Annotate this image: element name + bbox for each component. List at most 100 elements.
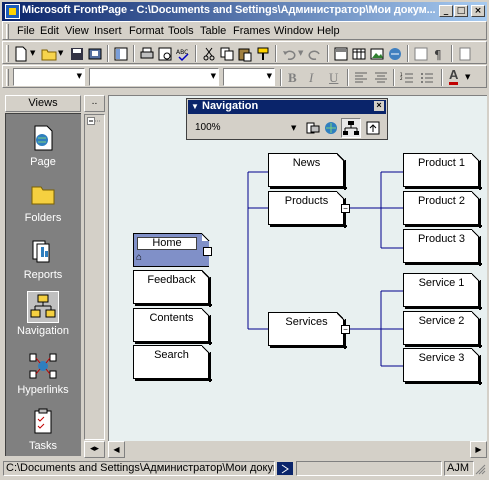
include-in-navbars-button[interactable] (341, 118, 361, 138)
scroll-left-icon[interactable]: ◀ (108, 441, 125, 458)
view-tasks[interactable]: Tasks (6, 406, 80, 452)
portrait-landscape-icon[interactable] (305, 120, 321, 136)
folder-strip-resize-icon[interactable]: ◂▸ (84, 441, 105, 458)
close-button[interactable]: × (471, 5, 485, 17)
horizontal-scrollbar[interactable]: ◀ ▶ (108, 441, 487, 458)
nav-page-products[interactable]: Products − (268, 191, 350, 228)
view-subtree-only-icon[interactable] (365, 120, 381, 136)
views-bar: Page Folders Reports Navigation Hyperlin… (5, 113, 81, 456)
frontpage-app-icon[interactable] (5, 4, 20, 19)
view-reports[interactable]: Reports (6, 235, 80, 281)
print-icon[interactable] (139, 46, 155, 62)
align-center-icon[interactable] (373, 70, 389, 86)
folder-list-icon[interactable] (113, 46, 129, 62)
copy-icon[interactable] (219, 46, 235, 62)
web-component-icon[interactable] (333, 46, 349, 62)
nav-page-service-3[interactable]: Service 3 (403, 348, 482, 385)
nav-page-feedback[interactable]: Feedback (133, 270, 212, 307)
maximize-button[interactable]: □ (454, 5, 468, 17)
zoom-dropdown-icon[interactable]: ▼ (291, 124, 296, 132)
paste-icon[interactable] (237, 46, 253, 62)
save-icon[interactable] (69, 46, 85, 62)
show-all-icon[interactable]: ¶ (431, 46, 447, 62)
insert-picture-icon[interactable] (369, 46, 385, 62)
minimize-button[interactable]: _ (439, 5, 453, 17)
nav-page-product-2[interactable]: Product 2 (403, 191, 482, 228)
nav-page-news[interactable]: News (268, 153, 347, 190)
standard-toolbar-grip[interactable] (6, 45, 9, 62)
scrollbar-track[interactable] (125, 441, 470, 458)
navigation-toolbar-title: Navigation (202, 100, 259, 112)
menu-tools[interactable]: Tools (168, 25, 194, 37)
style-combobox[interactable]: ▼ (13, 68, 85, 86)
view-page[interactable]: Page (6, 122, 80, 168)
refresh-icon[interactable] (413, 46, 429, 62)
nav-page-home[interactable]: Home ⌂ (133, 233, 212, 267)
format-painter-icon[interactable] (255, 46, 271, 62)
products-collapse-icon[interactable]: − (341, 204, 350, 213)
nav-page-product-3[interactable]: Product 3 (403, 229, 482, 266)
menubar-grip[interactable] (6, 24, 9, 39)
font-combobox[interactable]: ▼ (89, 68, 219, 86)
help-icon[interactable] (457, 46, 473, 62)
publish-icon[interactable] (87, 46, 103, 62)
navigation-toolbar-close-button[interactable]: × (374, 101, 384, 111)
font-size-dropdown-icon[interactable]: ▼ (267, 72, 272, 80)
menu-frames[interactable]: Frames (233, 25, 270, 37)
navigation-toolbar-titlebar[interactable]: ▼ Navigation × (188, 100, 386, 114)
view-page-label: Page (30, 156, 56, 168)
style-dropdown-icon[interactable]: ▼ (77, 72, 82, 80)
font-size-combobox[interactable]: ▼ (223, 68, 275, 86)
open-dropdown-icon[interactable]: ▼ (58, 49, 63, 57)
nav-page-service-1[interactable]: Service 1 (403, 273, 482, 310)
home-collapse-icon[interactable] (203, 247, 212, 256)
menu-table[interactable]: Table (200, 25, 226, 37)
standard-toolbar: ▼ ▼ ABC ▼ ¶ (2, 41, 487, 64)
nav-page-product-1-label: Product 1 (417, 157, 466, 169)
nav-page-search[interactable]: Search (133, 345, 212, 382)
folder-list-strip: .. ◂▸ (84, 95, 105, 458)
nav-page-services[interactable]: Services − (268, 312, 350, 349)
align-left-icon[interactable] (353, 70, 369, 86)
menu-help[interactable]: Help (317, 25, 340, 37)
preview-in-browser-icon[interactable] (157, 46, 173, 62)
hyperlink-icon[interactable] (387, 46, 403, 62)
font-dropdown-icon[interactable]: ▼ (211, 72, 216, 80)
navigation-canvas[interactable]: Home ⌂ Feedback Contents Search News Pro… (108, 95, 487, 441)
bold-button[interactable]: B (288, 70, 297, 86)
nav-page-service-2[interactable]: Service 2 (403, 311, 482, 348)
nav-page-contents[interactable]: Contents (133, 308, 212, 345)
new-page-icon[interactable] (13, 46, 29, 62)
formatting-toolbar-grip[interactable] (6, 69, 9, 86)
menu-file[interactable]: File (17, 25, 35, 37)
menu-insert[interactable]: Insert (94, 25, 122, 37)
add-existing-page-icon[interactable] (323, 120, 339, 136)
size-grip-icon[interactable] (475, 464, 486, 475)
spelling-icon[interactable]: ABC (175, 46, 191, 62)
menu-edit[interactable]: Edit (40, 25, 59, 37)
scroll-right-icon[interactable]: ▶ (470, 441, 487, 458)
view-hyperlinks[interactable]: Hyperlinks (6, 350, 80, 396)
cut-icon[interactable] (201, 46, 217, 62)
font-color-button[interactable]: A (449, 68, 459, 85)
menu-view[interactable]: View (65, 25, 89, 37)
insert-table-icon[interactable] (351, 46, 367, 62)
view-folders[interactable]: Folders (6, 178, 80, 224)
open-icon[interactable] (41, 46, 57, 62)
font-color-dropdown-icon[interactable]: ▼ (465, 73, 470, 81)
new-dropdown-icon[interactable]: ▼ (30, 49, 35, 57)
nav-page-product-1[interactable]: Product 1 (403, 153, 482, 190)
view-navigation[interactable]: Navigation (6, 291, 80, 337)
italic-button[interactable]: I (309, 70, 313, 86)
folder-list-expand-button[interactable]: .. (84, 95, 105, 112)
toolbar-menu-icon[interactable]: ▼ (191, 100, 199, 113)
services-collapse-icon[interactable]: − (341, 325, 350, 334)
menu-format[interactable]: Format (129, 25, 164, 37)
bullets-icon[interactable] (419, 70, 435, 86)
nav-page-services-label: Services (285, 316, 328, 328)
menu-window[interactable]: Window (274, 25, 313, 37)
underline-button[interactable]: U (329, 70, 338, 86)
status-web-icon (277, 462, 293, 475)
numbering-icon[interactable]: 12 (399, 70, 415, 86)
zoom-combobox[interactable]: 100% ▼ (190, 119, 296, 137)
